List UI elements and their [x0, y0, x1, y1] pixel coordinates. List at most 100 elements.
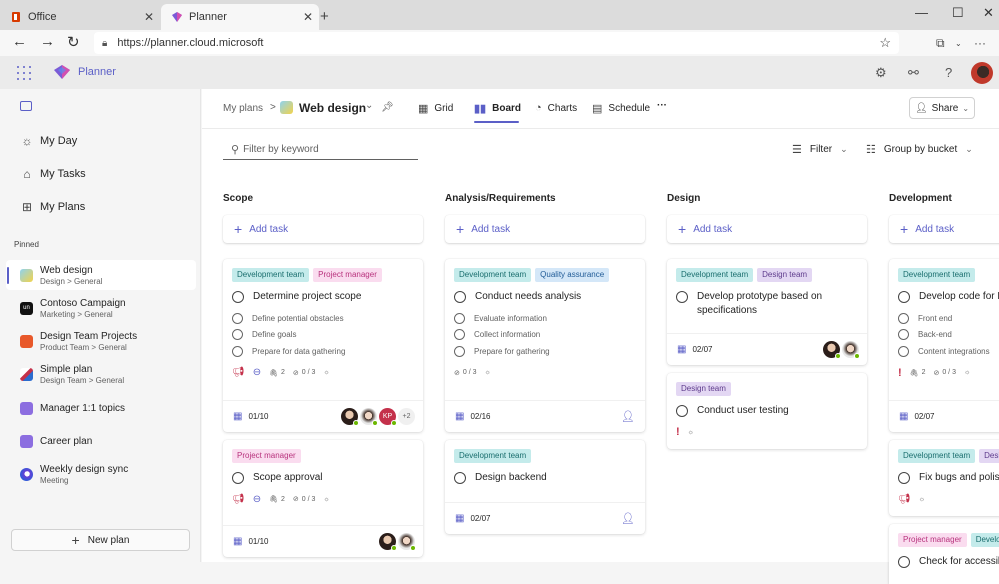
tab-grid[interactable]: ▦ Grid	[418, 102, 453, 115]
task-card[interactable]: Development team Project manager Determi…	[223, 259, 423, 432]
add-task-button[interactable]: + Add task	[223, 215, 423, 243]
complete-task-checkbox[interactable]	[898, 556, 910, 568]
subtask-item[interactable]: Collect information	[454, 327, 636, 344]
subtask-checkbox[interactable]	[898, 312, 909, 324]
tab-schedule[interactable]: ▤ Schedule	[592, 102, 650, 115]
task-card[interactable]: Development team Quality assurance Condu…	[445, 259, 645, 432]
task-card[interactable]: Project manager Development team Check f…	[889, 524, 999, 584]
assignee-avatar[interactable]	[379, 533, 397, 551]
chevron-down-icon[interactable]: ⌄	[365, 100, 373, 111]
subtask-item[interactable]: Evaluate information	[454, 310, 636, 327]
app-launcher-icon[interactable]	[17, 66, 31, 80]
assignee-avatar[interactable]	[360, 408, 378, 426]
add-task-button[interactable]: + Add task	[667, 215, 867, 243]
filter-keyword-field[interactable]: ⚲	[223, 139, 418, 160]
complete-task-checkbox[interactable]	[898, 472, 910, 484]
group-by-button[interactable]: ☷ Group by bucket ⌄	[866, 143, 973, 156]
settings-icon[interactable]: ⚙	[875, 65, 887, 81]
assignee-avatar[interactable]	[398, 533, 416, 551]
complete-task-checkbox[interactable]	[232, 291, 244, 303]
subtask-item[interactable]: Prepare for data gathering	[232, 343, 414, 360]
user-avatar[interactable]	[971, 62, 993, 84]
favorite-star-icon[interactable]: ☆	[879, 35, 891, 51]
subtask-checkbox[interactable]	[454, 345, 465, 357]
close-window-icon[interactable]: ✕	[983, 5, 994, 21]
sidebar-item-my-tasks[interactable]: ⌂ My Tasks	[20, 167, 85, 181]
task-card[interactable]: Development team Develop code for MVP Fr…	[889, 259, 999, 432]
assignee-avatar[interactable]	[823, 341, 841, 359]
help-icon[interactable]: ?	[945, 65, 952, 80]
pinned-plan-contoso-campaign[interactable]: un Contoso Campaign Marketing > General	[6, 293, 196, 323]
sidebar-item-my-plans[interactable]: ⊞ My Plans	[20, 200, 85, 214]
tab-board[interactable]: ▮▮ Board	[474, 102, 521, 115]
calendar-icon: ▦	[899, 411, 909, 422]
task-card[interactable]: Development team Design team Fix bugs an…	[889, 440, 999, 516]
subtask-item[interactable]: Back-end	[898, 327, 992, 344]
complete-task-checkbox[interactable]	[898, 291, 910, 303]
close-tab-icon[interactable]: ✕	[144, 10, 154, 24]
app-name: Planner	[78, 66, 116, 78]
assignee-avatar[interactable]	[842, 341, 860, 359]
pinned-plan-manager-topics[interactable]: Manager 1:1 topics	[6, 393, 196, 423]
subtask-checkbox[interactable]	[898, 329, 909, 341]
collapse-sidebar-icon[interactable]	[20, 101, 32, 111]
sidebar-item-my-day[interactable]: ☼ My Day	[20, 134, 78, 148]
pinned-plan-design-team-projects[interactable]: Design Team Projects Product Team > Gener…	[6, 326, 196, 356]
more-views-button[interactable]: ···	[657, 100, 667, 111]
subtask-checkbox[interactable]	[232, 312, 243, 324]
new-plan-button[interactable]: + New plan	[11, 529, 190, 551]
more-assignees-badge[interactable]: +2	[398, 408, 415, 425]
task-card[interactable]: Development team Design backend ▦ 02/07 …	[445, 440, 645, 534]
assign-user-icon[interactable]: 👤︎	[621, 512, 635, 525]
pin-icon[interactable]: 📌︎	[381, 102, 394, 113]
share-button[interactable]: 👤︎ Share ⌄	[909, 97, 975, 119]
filter-input[interactable]	[243, 143, 404, 155]
add-task-button[interactable]: + Add task	[889, 215, 999, 243]
subtask-checkbox[interactable]	[454, 329, 465, 341]
subtask-item[interactable]: Define goals	[232, 327, 414, 344]
complete-task-checkbox[interactable]	[676, 405, 688, 417]
pinned-plan-simple-plan[interactable]: Simple plan Design Team > General	[6, 359, 196, 389]
collections-icon[interactable]: ⧉	[936, 36, 945, 51]
close-tab-icon[interactable]: ✕	[303, 10, 313, 24]
pinned-plan-weekly-design-sync[interactable]: Weekly design sync Meeting	[6, 459, 196, 489]
pinned-plan-web-design[interactable]: Web design Design > General	[6, 260, 196, 290]
task-card[interactable]: Development team Design team Develop pro…	[667, 259, 867, 365]
browser-tab-office[interactable]: Office ✕	[0, 4, 160, 30]
label-tag: Project manager	[898, 533, 967, 547]
new-tab-button[interactable]: +	[320, 8, 329, 25]
pinned-plan-career-plan[interactable]: Career plan	[6, 426, 196, 456]
subtask-item[interactable]: Content integrations	[898, 343, 992, 360]
complete-task-checkbox[interactable]	[454, 472, 466, 484]
browser-tab-planner[interactable]: Planner ✕	[161, 4, 319, 30]
subtask-item[interactable]: Front end	[898, 310, 992, 327]
task-card[interactable]: Design team Conduct user testing ! ☼	[667, 373, 867, 449]
complete-task-checkbox[interactable]	[454, 291, 466, 303]
filter-button[interactable]: ☰ Filter ⌄	[792, 143, 848, 156]
subtask-checkbox[interactable]	[454, 312, 465, 324]
subtask-item[interactable]: Prepare for gathering	[454, 343, 636, 360]
url-field[interactable]: 🔒︎ https://planner.cloud.microsoft ☆	[94, 32, 899, 54]
subtask-checkbox[interactable]	[232, 329, 243, 341]
page-title[interactable]: Web design	[299, 101, 366, 115]
subtask-item[interactable]: Define potential obstacles	[232, 310, 414, 327]
task-card[interactable]: Project manager Scope approval 📢︎ ⊖ 🖇︎ 2 …	[223, 440, 423, 557]
assignee-avatar[interactable]: KP	[379, 408, 397, 426]
refresh-icon[interactable]: ↻	[67, 33, 80, 51]
more-options-icon[interactable]: ···	[974, 36, 986, 50]
breadcrumb-my-plans[interactable]: My plans	[223, 103, 263, 114]
assign-user-icon[interactable]: 👤︎	[621, 410, 635, 423]
add-task-button[interactable]: + Add task	[445, 215, 645, 243]
back-icon[interactable]: ←	[12, 33, 27, 50]
complete-task-checkbox[interactable]	[232, 472, 244, 484]
maximize-icon[interactable]: ☐	[952, 5, 964, 21]
subtask-checkbox[interactable]	[898, 345, 909, 357]
subtask-checkbox[interactable]	[232, 345, 243, 357]
tab-charts[interactable]: ◔ Charts	[535, 102, 577, 114]
chevron-down-icon[interactable]: ⌄	[955, 39, 962, 48]
share-connect-icon[interactable]: ⚯	[908, 65, 919, 81]
complete-task-checkbox[interactable]	[676, 291, 688, 303]
minimize-icon[interactable]: —	[915, 5, 928, 20]
forward-icon[interactable]: →	[40, 33, 55, 50]
assignee-avatar[interactable]	[341, 408, 359, 426]
